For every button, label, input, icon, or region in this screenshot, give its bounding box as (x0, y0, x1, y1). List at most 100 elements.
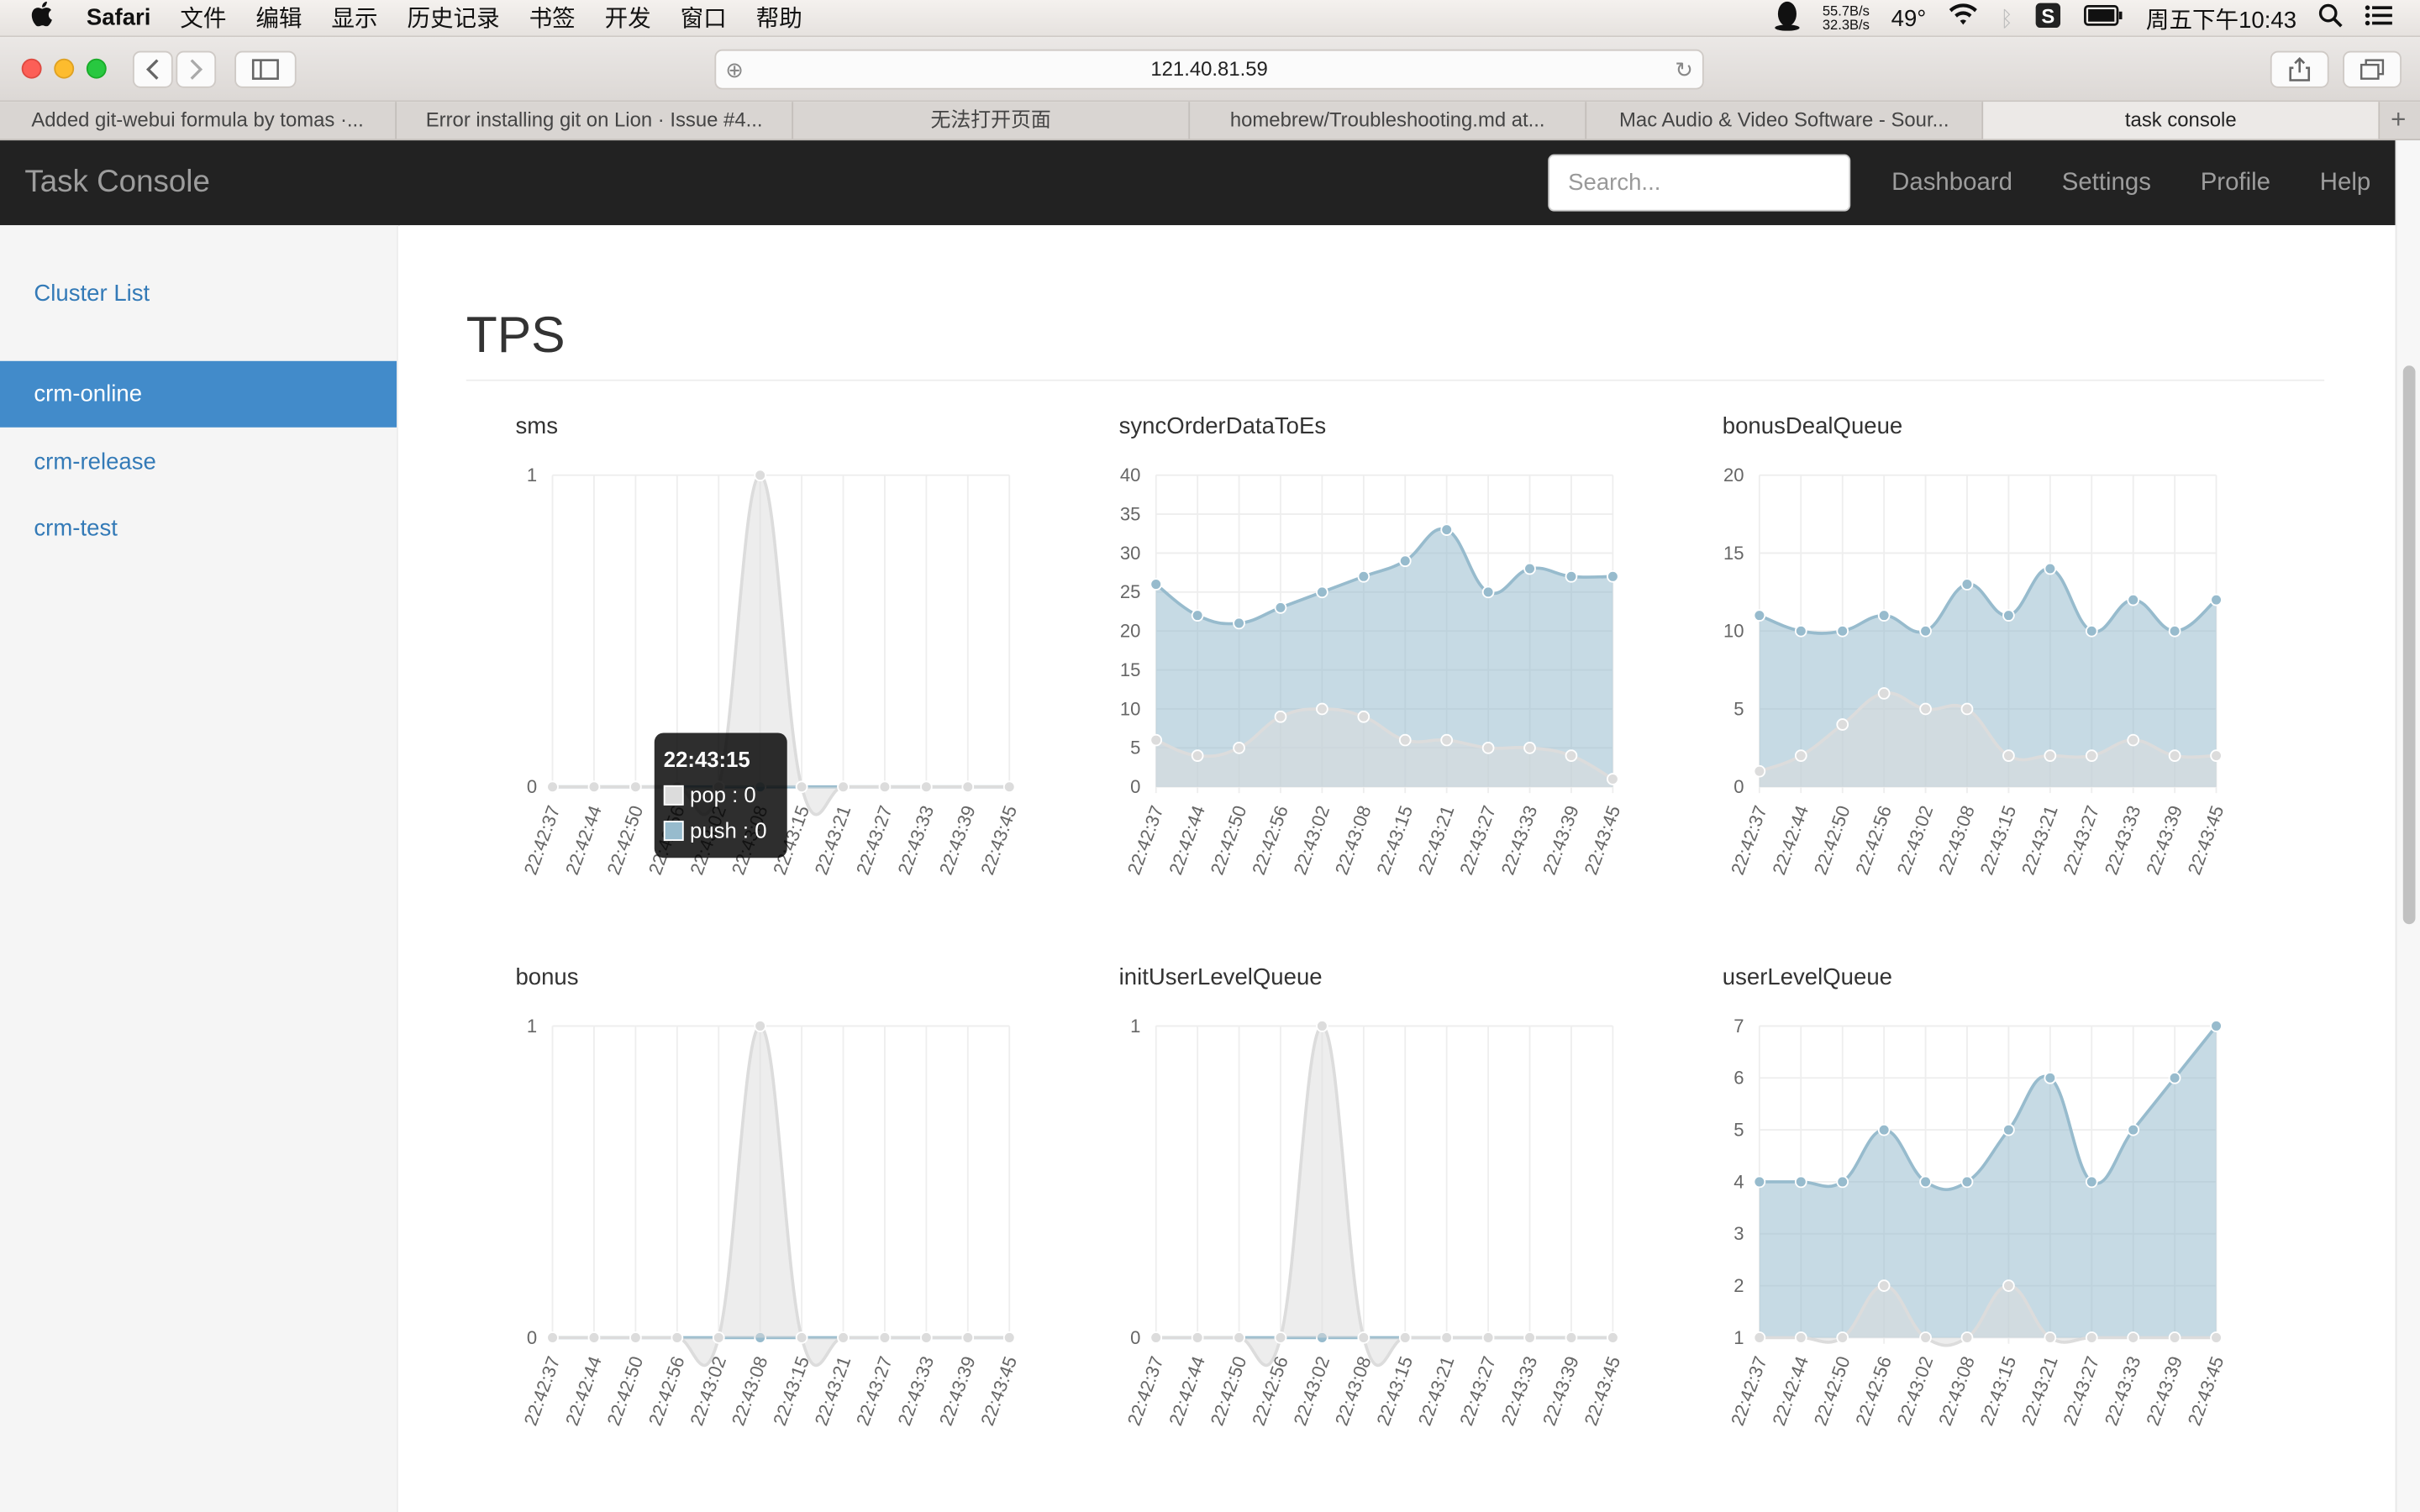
address-bar[interactable]: ⊕ 121.40.81.59 ↻ (714, 49, 1704, 90)
data-point-pop[interactable] (1607, 773, 1619, 785)
reload-icon[interactable]: ↻ (1675, 51, 1693, 88)
data-point-push[interactable] (1753, 609, 1766, 622)
tab-homebrew-troubleshooting[interactable]: homebrew/Troubleshooting.md at... (1190, 102, 1587, 139)
data-point-pop[interactable] (1357, 710, 1370, 723)
data-point-push[interactable] (2002, 609, 2015, 622)
data-point-pop[interactable] (1919, 702, 1932, 716)
data-point-pop[interactable] (1523, 1331, 1536, 1344)
data-point-pop[interactable] (961, 1331, 975, 1344)
data-point-pop[interactable] (2002, 1279, 2015, 1292)
menu-bookmarks[interactable]: 书签 (529, 2, 576, 34)
menu-develop[interactable]: 开发 (605, 2, 651, 34)
data-point-pop[interactable] (1565, 749, 1578, 762)
menu-history[interactable]: 历史记录 (407, 2, 499, 34)
data-point-pop[interactable] (1607, 1331, 1619, 1344)
data-point-pop[interactable] (2044, 1331, 2057, 1344)
data-point-pop[interactable] (1274, 710, 1287, 723)
nav-dashboard-link[interactable]: Dashboard (1867, 169, 2038, 197)
data-point-push[interactable] (1607, 570, 1619, 583)
data-point-push[interactable] (2085, 624, 2098, 638)
data-point-pop[interactable] (795, 780, 808, 794)
data-point-pop[interactable] (837, 1331, 850, 1344)
data-point-pop[interactable] (920, 780, 933, 794)
menu-app-name[interactable]: Safari (87, 5, 151, 31)
data-point-push[interactable] (2127, 593, 2140, 606)
data-point-push[interactable] (1753, 1175, 1766, 1189)
data-point-push[interactable] (2085, 1175, 2098, 1189)
data-point-pop[interactable] (1398, 1331, 1412, 1344)
data-point-pop[interactable] (1877, 687, 1891, 700)
qq-penguin-icon[interactable] (1773, 0, 1801, 37)
chart-svg[interactable]: 123456722:42:3722:42:4422:42:5022:42:562… (1723, 964, 2247, 1458)
data-point-pop[interactable] (1002, 1331, 1016, 1344)
data-point-pop[interactable] (1960, 702, 1974, 716)
data-point-push[interactable] (2168, 624, 2181, 638)
data-point-pop[interactable] (1191, 1331, 1204, 1344)
data-point-pop[interactable] (1316, 1020, 1328, 1032)
new-tab-plus-icon[interactable]: + (2380, 102, 2417, 139)
chart-svg[interactable]: 0 5 10 15 20 25 30 35 40 22:42:3722:42:4422:42:50… (1119, 413, 1644, 907)
data-point-push[interactable] (1316, 585, 1328, 599)
data-point-push[interactable] (1794, 624, 1807, 638)
data-point-pop[interactable] (1481, 742, 1495, 754)
data-point-pop[interactable] (629, 1331, 642, 1344)
data-point-pop[interactable] (2127, 733, 2140, 747)
data-point-push[interactable] (2044, 1071, 2057, 1084)
nav-profile-link[interactable]: Profile (2175, 169, 2295, 197)
show-tabs-button[interactable] (2343, 50, 2402, 88)
data-point-pop[interactable] (1960, 1331, 1974, 1344)
input-method-icon[interactable]: S (2035, 2, 2063, 35)
data-point-push[interactable] (1565, 570, 1578, 583)
data-point-pop[interactable] (546, 780, 559, 794)
brand-title[interactable]: Task Console (24, 165, 210, 201)
close-window-button[interactable] (21, 58, 42, 79)
menu-window[interactable]: 窗口 (681, 2, 727, 34)
data-point-pop[interactable] (1440, 1331, 1454, 1344)
data-point-pop[interactable] (1440, 733, 1454, 747)
back-button[interactable] (132, 50, 173, 88)
page-scrollbar[interactable] (2395, 140, 2420, 1512)
data-point-pop[interactable] (2085, 749, 2098, 762)
chart-svg[interactable]: 0 5 10 15 20 22:42:3722:42:4422:42:5022:42:56… (1723, 413, 2247, 907)
data-point-pop[interactable] (1357, 1331, 1370, 1344)
menu-view[interactable]: 显示 (331, 2, 377, 34)
data-point-push[interactable] (1481, 585, 1495, 599)
data-point-push[interactable] (2210, 593, 2223, 606)
tab-task-console[interactable]: task console (1983, 102, 2381, 139)
apple-icon[interactable] (31, 1, 62, 34)
data-point-push[interactable] (1919, 624, 1932, 638)
data-point-pop[interactable] (1316, 702, 1328, 716)
data-point-pop[interactable] (1753, 1331, 1766, 1344)
clock[interactable]: 周五下午10:43 (2146, 3, 2296, 35)
data-point-pop[interactable] (2210, 1331, 2223, 1344)
sidebar-item-cluster-list[interactable]: Cluster List (0, 260, 397, 327)
data-point-pop[interactable] (795, 1331, 808, 1344)
data-point-push[interactable] (2044, 562, 2057, 575)
data-point-pop[interactable] (1274, 1331, 1287, 1344)
data-point-pop[interactable] (2002, 749, 2015, 762)
sidebar-item-crm-test[interactable]: crm-test (0, 496, 397, 562)
data-point-push[interactable] (1398, 554, 1412, 568)
data-point-pop[interactable] (754, 469, 767, 482)
data-point-push[interactable] (1233, 617, 1245, 630)
data-point-pop[interactable] (1481, 1331, 1495, 1344)
data-point-push[interactable] (1274, 601, 1287, 614)
zoom-window-button[interactable] (86, 58, 107, 79)
data-point-pop[interactable] (629, 780, 642, 794)
data-point-push[interactable] (1191, 609, 1204, 622)
data-point-pop[interactable] (1753, 764, 1766, 778)
data-point-push[interactable] (1836, 1175, 1849, 1189)
data-point-pop[interactable] (1150, 1331, 1163, 1344)
data-point-pop[interactable] (1233, 1331, 1245, 1344)
data-point-pop[interactable] (1836, 718, 1849, 731)
data-point-push[interactable] (1440, 523, 1454, 536)
data-point-pop[interactable] (1836, 1331, 1849, 1344)
data-point-push[interactable] (1794, 1175, 1807, 1189)
scrollbar-thumb[interactable] (2402, 365, 2416, 925)
search-input[interactable] (1548, 154, 1851, 212)
data-point-pop[interactable] (2044, 749, 2057, 762)
menu-help[interactable]: 帮助 (756, 2, 802, 34)
sidebar-item-crm-online[interactable]: crm-online (0, 360, 397, 428)
data-point-pop[interactable] (546, 1331, 559, 1344)
data-point-pop[interactable] (1523, 742, 1536, 754)
